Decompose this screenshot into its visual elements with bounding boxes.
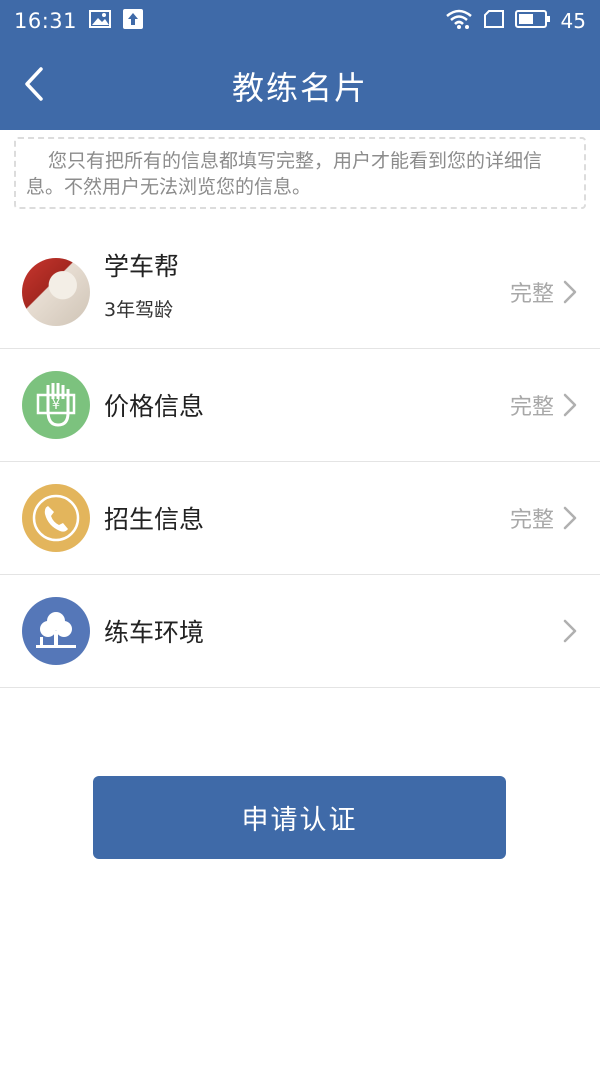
item-label: 价格信息	[104, 392, 205, 421]
item-status: 完整	[509, 395, 554, 420]
apply-certification-button[interactable]: 申请认证	[93, 776, 506, 859]
chevron-right-icon	[562, 618, 578, 644]
chevron-right-icon	[562, 392, 578, 418]
sim-icon	[483, 9, 505, 33]
back-button[interactable]	[14, 62, 54, 110]
chevron-left-icon	[23, 66, 45, 106]
status-right: 45	[445, 8, 586, 34]
svg-text:¥: ¥	[52, 398, 60, 413]
item-label: 练车环境	[104, 618, 205, 647]
profile-row[interactable]: 学车帮 3年驾龄 完整	[0, 235, 600, 349]
wifi-icon	[445, 8, 473, 34]
upload-icon	[123, 9, 144, 33]
phone-icon	[22, 484, 90, 552]
list-item-price[interactable]: ¥ 价格信息 完整	[0, 349, 600, 462]
list-item-environment[interactable]: 练车环境	[0, 575, 600, 688]
profile-experience: 3年驾龄	[104, 299, 174, 321]
status-left: 16:31	[14, 9, 144, 33]
battery-icon	[514, 9, 551, 33]
profile-name: 学车帮	[104, 252, 180, 281]
profile-status: 完整	[509, 281, 554, 307]
nav-bar: 教练名片	[0, 42, 600, 130]
item-label: 招生信息	[104, 505, 205, 534]
status-time: 16:31	[14, 9, 78, 33]
avatar	[22, 257, 90, 326]
list-item-enrollment[interactable]: 招生信息 完整	[0, 462, 600, 575]
chevron-right-icon	[562, 505, 578, 531]
notice-box: 您只有把所有的信息都填写完整，用户才能看到您的详细信息。不然用户无法浏览您的信息…	[14, 137, 586, 209]
item-status: 完整	[509, 508, 554, 533]
chevron-right-icon	[562, 279, 578, 305]
price-hand-icon: ¥	[22, 371, 90, 439]
status-bar: 16:31 45	[0, 0, 600, 42]
card-list: 学车帮 3年驾龄 完整 ¥ 价格信息 完整 招生信息 完整 练车环境	[0, 235, 600, 688]
tree-icon	[22, 597, 90, 665]
battery-level: 45	[560, 9, 586, 33]
notice-text: 您只有把所有的信息都填写完整，用户才能看到您的详细信息。不然用户无法浏览您的信息…	[26, 150, 543, 198]
image-icon	[89, 10, 112, 32]
page-title: 教练名片	[231, 69, 368, 107]
